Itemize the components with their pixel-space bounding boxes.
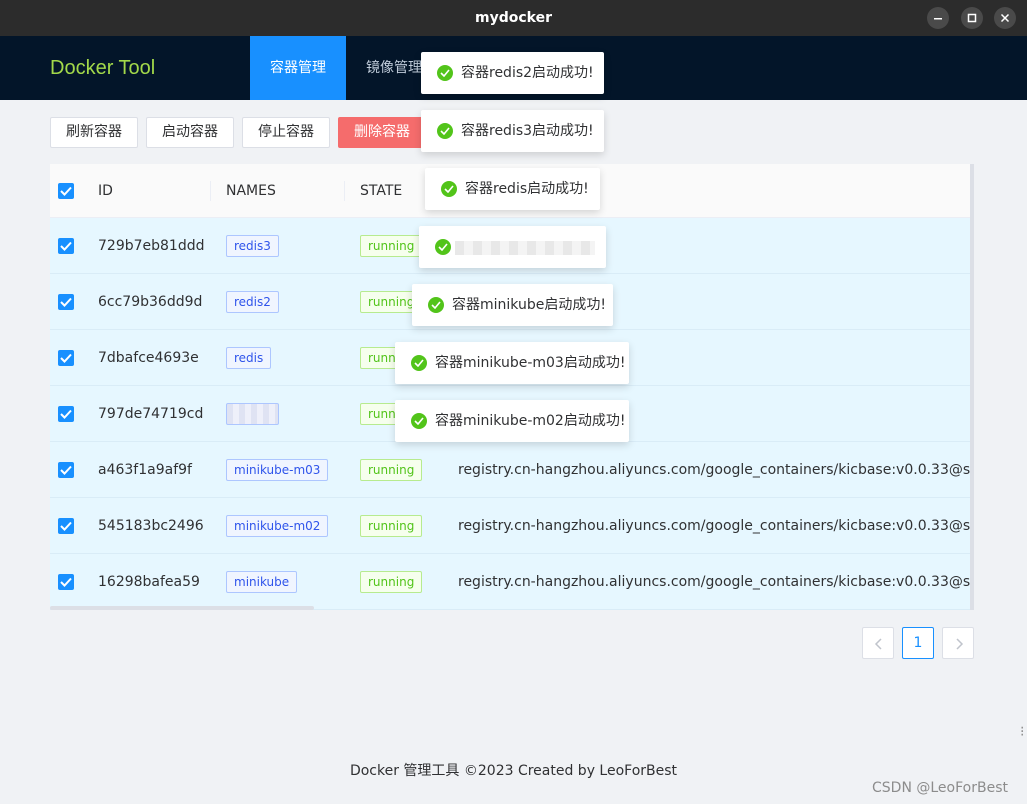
- window-title: mydocker: [475, 10, 552, 26]
- row-checkbox[interactable]: [58, 462, 74, 478]
- toast-text: 容器minikube-m02启动成功!: [435, 413, 626, 429]
- refresh-containers-button[interactable]: 刷新容器: [50, 117, 138, 148]
- container-name-tag: minikube: [226, 571, 298, 593]
- window-titlebar: mydocker: [0, 0, 1027, 36]
- footer-text: Docker 管理工具 ©2023 Created by LeoForBest: [349, 763, 678, 779]
- state-badge: running: [360, 571, 423, 593]
- row-checkbox[interactable]: [58, 406, 74, 422]
- container-id: 16298bafea59: [98, 574, 200, 590]
- success-icon: [437, 123, 453, 139]
- table-vertical-scrollbar[interactable]: [970, 164, 974, 610]
- check-icon: [60, 577, 72, 587]
- toast-text: 容器minikube启动成功!: [452, 297, 606, 313]
- app-logo: Docker Tool: [50, 57, 156, 79]
- toast-text: 容器redis启动成功!: [465, 181, 589, 197]
- select-all-checkbox[interactable]: [58, 183, 74, 199]
- container-name-tag: redis: [226, 347, 272, 369]
- container-id: 7dbafce4693e: [98, 350, 199, 366]
- check-icon: [60, 186, 72, 196]
- check-icon: [60, 241, 72, 251]
- maximize-button[interactable]: [961, 7, 983, 29]
- success-icon: [411, 413, 427, 429]
- toast-message: 容器redis启动成功!: [425, 168, 600, 210]
- minimize-button[interactable]: [927, 7, 949, 29]
- toast-message: 容器minikube-m02启动成功!: [395, 400, 629, 442]
- table-row[interactable]: a463f1a9af9f minikube-m03 running regist…: [50, 442, 974, 498]
- pagination-prev-button[interactable]: [862, 627, 894, 659]
- toast-message: 容器redis3启动成功!: [421, 110, 604, 152]
- success-icon: [428, 297, 444, 313]
- success-icon: [411, 355, 427, 371]
- row-checkbox[interactable]: [58, 238, 74, 254]
- toast-text: 容器redis3启动成功!: [461, 123, 594, 139]
- success-icon: [441, 181, 457, 197]
- delete-containers-button[interactable]: 删除容器: [338, 117, 426, 148]
- toast-message: 容器redis2启动成功!: [421, 52, 604, 94]
- check-icon: [60, 465, 72, 475]
- table-row[interactable]: 16298bafea59 minikube running registry.c…: [50, 554, 974, 610]
- container-id: 6cc79b36dd9d: [98, 294, 203, 310]
- column-header-names: NAMES: [226, 183, 276, 199]
- column-header-id: ID: [98, 183, 113, 199]
- container-name-tag: redis2: [226, 291, 279, 313]
- table-horizontal-scrollbar[interactable]: [50, 606, 314, 610]
- redacted-text: [455, 241, 595, 255]
- toast-message-redacted: [419, 226, 606, 268]
- check-icon: [60, 297, 72, 307]
- column-header-state: STATE: [360, 183, 403, 199]
- state-badge: running: [360, 515, 423, 537]
- check-icon: [60, 409, 72, 419]
- close-button[interactable]: [994, 7, 1016, 29]
- maximize-icon: [967, 13, 977, 23]
- container-name-tag: redis3: [226, 235, 279, 257]
- toast-text: 容器redis2启动成功!: [461, 65, 594, 81]
- edge-mark: ⁝: [1020, 724, 1025, 740]
- container-image: registry.cn-hangzhou.aliyuncs.com/google…: [458, 518, 974, 534]
- chevron-left-icon: [874, 638, 882, 650]
- container-id: a463f1a9af9f: [98, 462, 192, 478]
- toast-text: 容器minikube-m03启动成功!: [435, 355, 626, 371]
- start-containers-button[interactable]: 启动容器: [146, 117, 234, 148]
- check-icon: [60, 353, 72, 363]
- row-checkbox[interactable]: [58, 350, 74, 366]
- minimize-icon: [934, 18, 942, 20]
- tab-container-management[interactable]: 容器管理: [250, 36, 346, 100]
- row-checkbox[interactable]: [58, 518, 74, 534]
- table-row[interactable]: 545183bc2496 minikube-m02 running regist…: [50, 498, 974, 554]
- container-image: registry.cn-hangzhou.aliyuncs.com/google…: [458, 574, 974, 590]
- state-badge: running: [360, 235, 423, 257]
- stop-containers-button[interactable]: 停止容器: [242, 117, 330, 148]
- container-id: 729b7eb81ddd: [98, 238, 205, 254]
- toast-message: 容器minikube-m03启动成功!: [395, 342, 629, 384]
- container-id: 545183bc2496: [98, 518, 204, 534]
- watermark: CSDN @LeoForBest: [872, 780, 1008, 796]
- column-divider: [210, 181, 211, 201]
- toast-message: 容器minikube启动成功!: [412, 284, 613, 326]
- container-name-tag: minikube-m02: [226, 515, 329, 537]
- row-checkbox[interactable]: [58, 574, 74, 590]
- success-icon: [437, 65, 453, 81]
- pagination-next-button[interactable]: [942, 627, 974, 659]
- close-icon: [1000, 13, 1010, 23]
- column-divider: [344, 181, 345, 201]
- container-name-tag-redacted: [226, 403, 279, 425]
- container-id: 797de74719cd: [98, 406, 204, 422]
- container-image: registry.cn-hangzhou.aliyuncs.com/google…: [458, 462, 974, 478]
- check-icon: [60, 521, 72, 531]
- success-icon: [435, 239, 451, 255]
- row-checkbox[interactable]: [58, 294, 74, 310]
- chevron-right-icon: [956, 638, 964, 650]
- pagination-page-1[interactable]: 1: [902, 627, 934, 659]
- container-name-tag: minikube-m03: [226, 459, 329, 481]
- state-badge: running: [360, 459, 423, 481]
